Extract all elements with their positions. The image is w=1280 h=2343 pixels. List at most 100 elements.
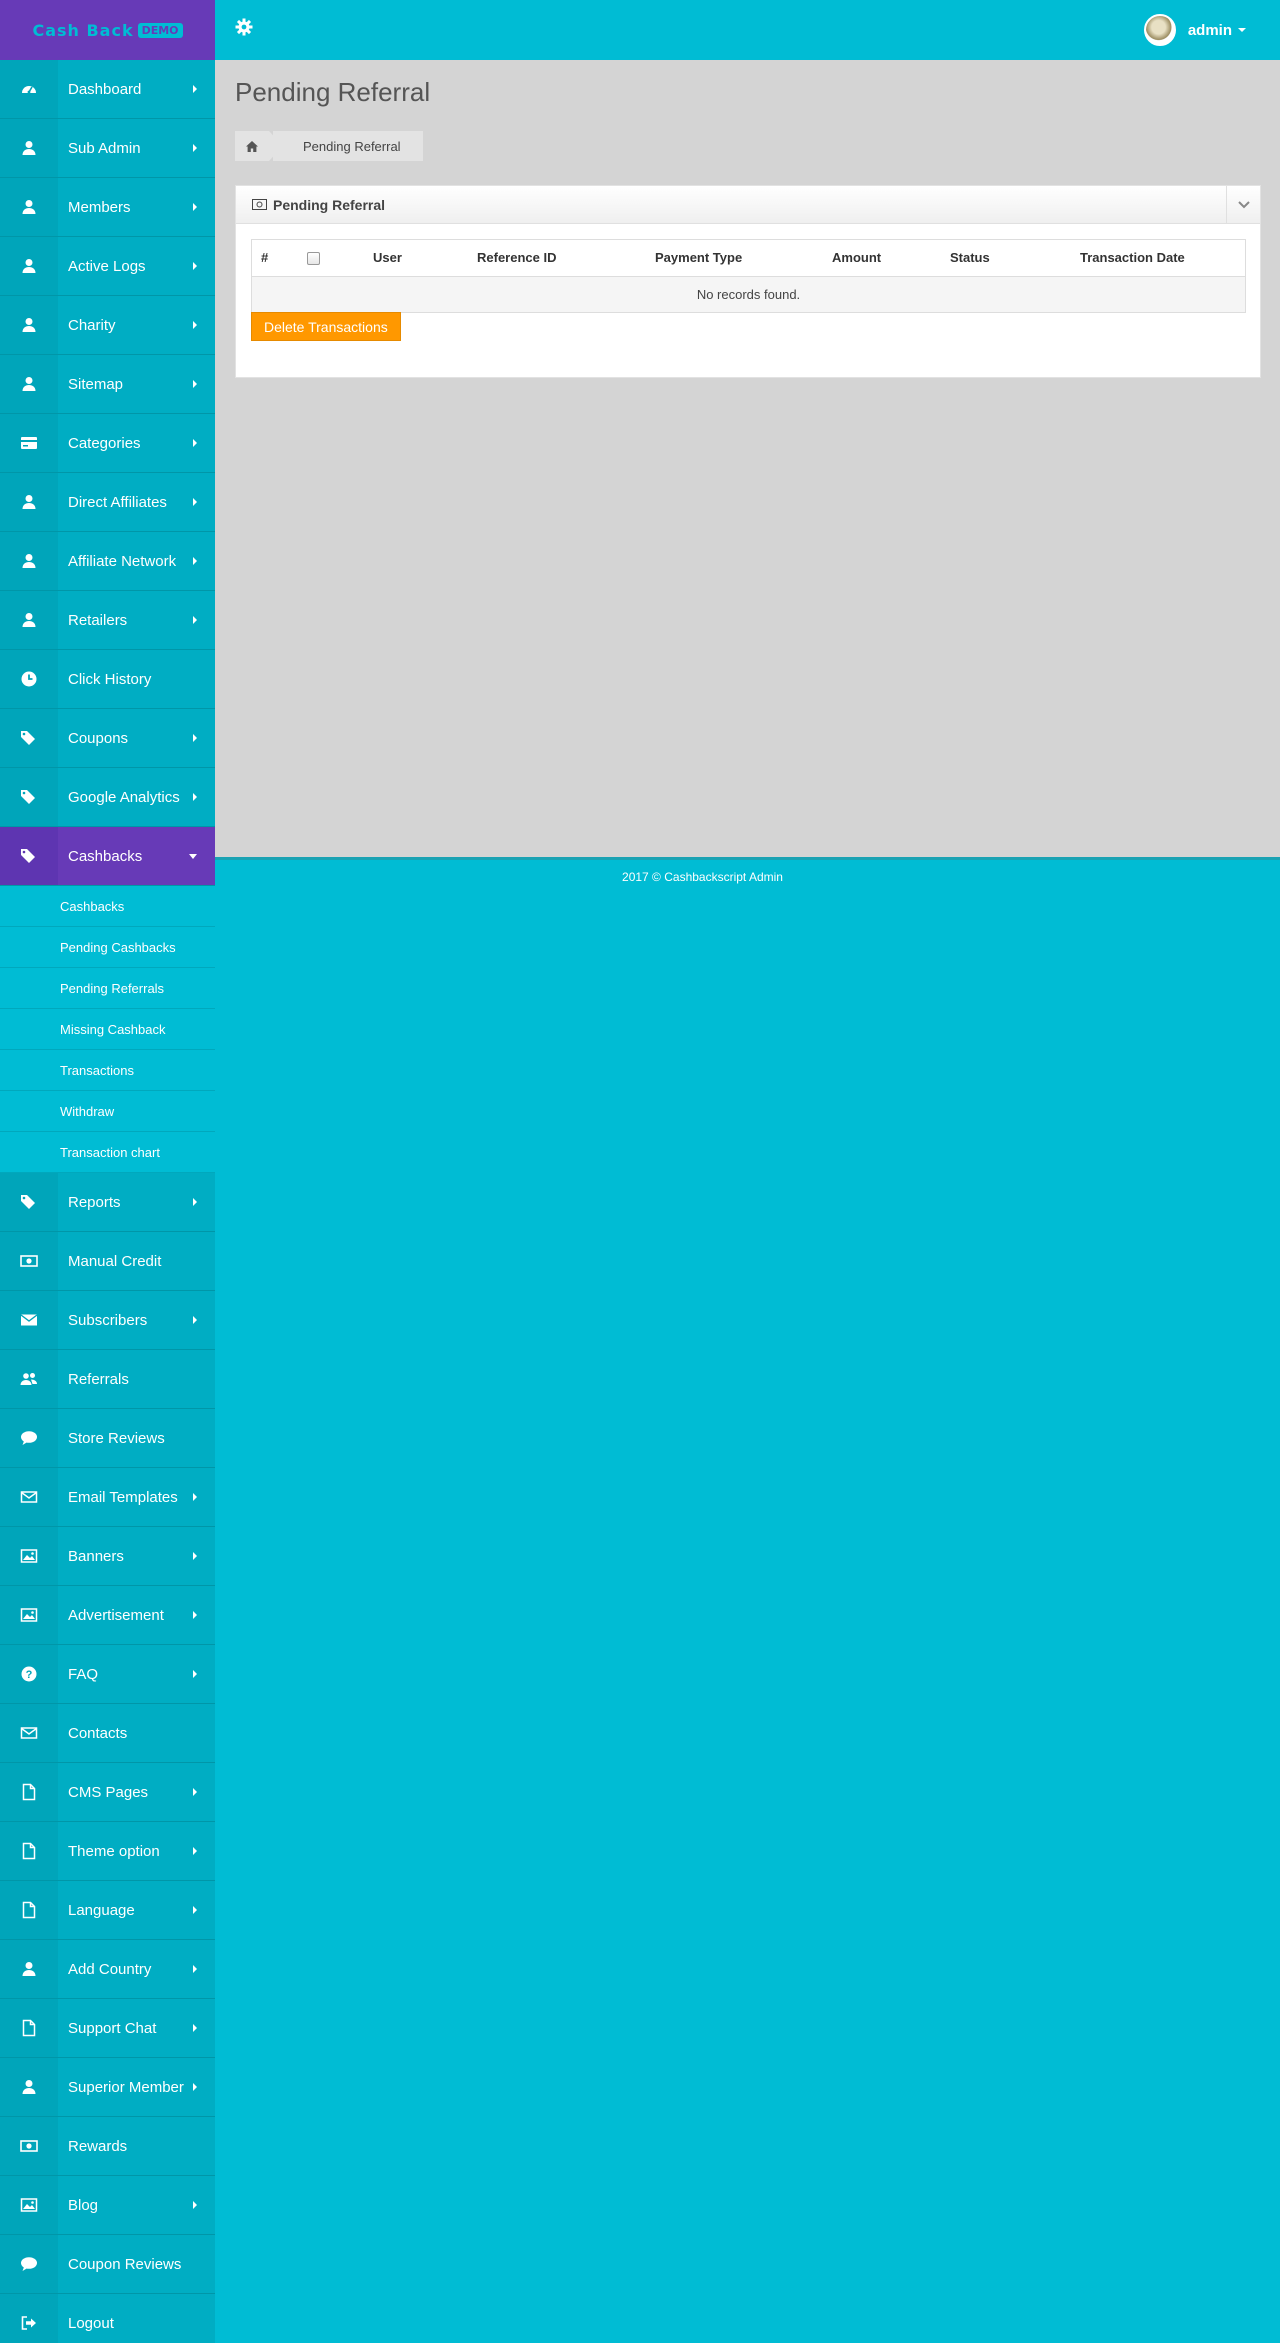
sidebar-item-referrals[interactable]: Referrals	[0, 1350, 215, 1409]
col-status[interactable]: Status	[941, 240, 1071, 277]
credit-card-icon	[0, 414, 58, 472]
image-icon	[0, 2176, 58, 2234]
money-icon	[0, 1232, 58, 1290]
collapse-toggle[interactable]	[1226, 186, 1260, 223]
sidebar-item-label: Coupon Reviews	[68, 2255, 182, 2273]
user-icon	[0, 473, 58, 531]
subnav-item-withdraw[interactable]: Withdraw	[0, 1091, 215, 1132]
sidebar-item-affiliate-network[interactable]: Affiliate Network	[0, 532, 215, 591]
sidebar-item-sub-admin[interactable]: Sub Admin	[0, 119, 215, 178]
sidebar-item-subscribers[interactable]: Subscribers	[0, 1291, 215, 1350]
sidebar-item-add-country[interactable]: Add Country	[0, 1940, 215, 1999]
sidebar-item-label: Active Logs	[68, 257, 146, 275]
user-icon	[0, 532, 58, 590]
sidebar-nav-bottom: Reports Manual Credit Subscribers Referrals…	[0, 1173, 215, 2343]
subnav-item-missing-cashback[interactable]: Missing Cashback	[0, 1009, 215, 1050]
footer-text: 2017 © Cashbackscript Admin	[622, 870, 783, 884]
sidebar-item-cms-pages[interactable]: CMS Pages	[0, 1763, 215, 1822]
user-icon	[0, 355, 58, 413]
col-user[interactable]: User	[364, 240, 468, 277]
subnav-item-pending-referrals[interactable]: Pending Referrals	[0, 968, 215, 1009]
col-amount[interactable]: Amount	[823, 240, 941, 277]
sidebar-item-cashbacks[interactable]: Cashbacks	[0, 827, 215, 886]
sidebar-item-retailers[interactable]: Retailers	[0, 591, 215, 650]
sidebar-item-click-history[interactable]: Click History	[0, 650, 215, 709]
sidebar-item-direct-affiliates[interactable]: Direct Affiliates	[0, 473, 215, 532]
subnav-item-cashbacks[interactable]: Cashbacks	[0, 886, 215, 927]
svg-text:?: ?	[26, 1669, 33, 1681]
sidebar-item-superior-member[interactable]: Superior Member	[0, 2058, 215, 2117]
panel-title: Pending Referral	[236, 197, 385, 213]
chevron-right-icon	[193, 557, 197, 565]
col-payment-type[interactable]: Payment Type	[646, 240, 823, 277]
panel-header: Pending Referral	[236, 186, 1260, 224]
sidebar-item-language[interactable]: Language	[0, 1881, 215, 1940]
sidebar-item-logout[interactable]: Logout	[0, 2294, 215, 2343]
sidebar-item-support-chat[interactable]: Support Chat	[0, 1999, 215, 2058]
chevron-down-icon	[1237, 200, 1250, 208]
sidebar-item-coupon-reviews[interactable]: Coupon Reviews	[0, 2235, 215, 2294]
chevron-right-icon	[193, 734, 197, 742]
sidebar-item-label: Dashboard	[68, 80, 142, 98]
sidebar-item-label: Language	[68, 1901, 135, 1919]
money-icon	[252, 197, 267, 213]
sidebar-item-label: Cashbacks	[68, 847, 143, 865]
sidebar-item-rewards[interactable]: Rewards	[0, 2117, 215, 2176]
sidebar: Cash Back DEMO Dashboard Sub Admin Members…	[0, 0, 215, 2343]
col-transaction-date[interactable]: Transaction Date	[1071, 240, 1245, 277]
sidebar-item-label: Members	[68, 198, 131, 216]
users-icon	[0, 1350, 58, 1408]
select-all-checkbox[interactable]	[307, 252, 320, 266]
logo[interactable]: Cash Back DEMO	[0, 0, 215, 60]
gear-icon[interactable]	[235, 18, 253, 41]
subnav-item-transaction-chart[interactable]: Transaction chart	[0, 1132, 215, 1173]
chevron-down-icon[interactable]	[1238, 28, 1246, 32]
user-menu[interactable]: admin	[1143, 14, 1246, 46]
sidebar-item-label: Click History	[68, 670, 152, 688]
chevron-down-icon	[189, 853, 197, 859]
sidebar-item-faq[interactable]: ? FAQ	[0, 1645, 215, 1704]
referral-table: # User Reference ID Payment Type Amount …	[251, 239, 1246, 313]
sidebar-item-active-logs[interactable]: Active Logs	[0, 237, 215, 296]
chevron-right-icon	[193, 203, 197, 211]
sidebar-item-google-analytics[interactable]: Google Analytics	[0, 768, 215, 827]
subnav-item-pending-cashbacks[interactable]: Pending Cashbacks	[0, 927, 215, 968]
col-select	[298, 240, 364, 277]
chevron-right-icon	[193, 2201, 197, 2209]
sidebar-item-label: Reports	[68, 1193, 121, 1211]
file-icon	[0, 1881, 58, 1939]
sidebar-item-charity[interactable]: Charity	[0, 296, 215, 355]
sidebar-item-banners[interactable]: Banners	[0, 1527, 215, 1586]
sidebar-item-email-templates[interactable]: Email Templates	[0, 1468, 215, 1527]
avatar[interactable]	[1143, 14, 1176, 46]
brand-name: Cash Back	[32, 20, 134, 40]
file-icon	[0, 1822, 58, 1880]
user-name[interactable]: admin	[1188, 22, 1232, 39]
chevron-right-icon	[193, 1316, 197, 1324]
sidebar-item-label: Store Reviews	[68, 1429, 165, 1447]
sidebar-item-members[interactable]: Members	[0, 178, 215, 237]
table-header-row: # User Reference ID Payment Type Amount …	[252, 240, 1245, 277]
delete-transactions-button[interactable]: Delete Transactions	[251, 312, 401, 341]
sidebar-item-store-reviews[interactable]: Store Reviews	[0, 1409, 215, 1468]
sidebar-item-contacts[interactable]: Contacts	[0, 1704, 215, 1763]
col-reference-id[interactable]: Reference ID	[468, 240, 646, 277]
brand-badge: DEMO	[137, 22, 183, 38]
chevron-right-icon	[193, 1493, 197, 1501]
user-icon	[0, 237, 58, 295]
sidebar-item-sitemap[interactable]: Sitemap	[0, 355, 215, 414]
sidebar-item-coupons[interactable]: Coupons	[0, 709, 215, 768]
chevron-right-icon	[193, 1965, 197, 1973]
sidebar-item-reports[interactable]: Reports	[0, 1173, 215, 1232]
sidebar-item-advertisement[interactable]: Advertisement	[0, 1586, 215, 1645]
sidebar-item-blog[interactable]: Blog	[0, 2176, 215, 2235]
user-icon	[0, 1940, 58, 1998]
sidebar-item-dashboard[interactable]: Dashboard	[0, 60, 215, 119]
sidebar-item-manual-credit[interactable]: Manual Credit	[0, 1232, 215, 1291]
sidebar-item-label: Sitemap	[68, 375, 124, 393]
chevron-right-icon	[193, 144, 197, 152]
sidebar-item-theme-option[interactable]: Theme option	[0, 1822, 215, 1881]
sidebar-item-categories[interactable]: Categories	[0, 414, 215, 473]
subnav-item-transactions[interactable]: Transactions	[0, 1050, 215, 1091]
home-icon[interactable]	[235, 131, 283, 161]
